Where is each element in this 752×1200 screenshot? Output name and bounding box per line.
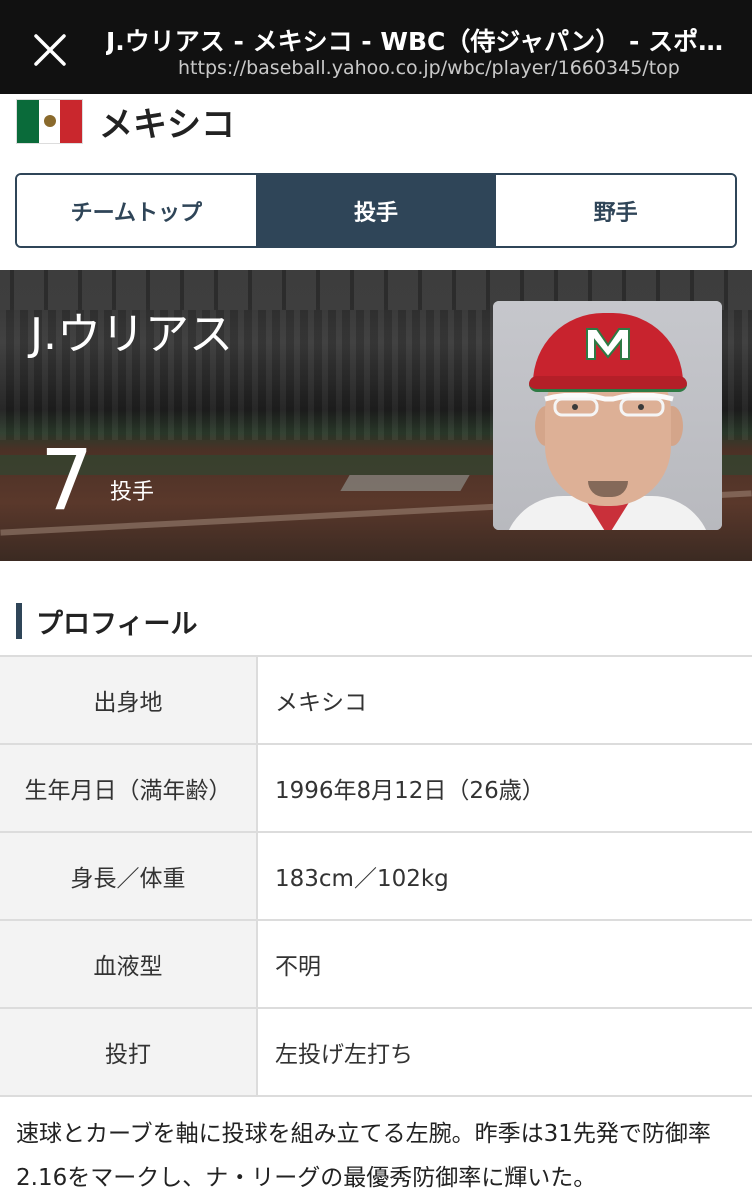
page-title: J.ウリアス - メキシコ - WBC（侍ジャパン） - スポ…	[106, 27, 724, 56]
country-name[interactable]: メキシコ	[99, 97, 235, 146]
player-position: 投手	[110, 480, 155, 505]
profile-value-birthplace: メキシコ	[257, 655, 752, 745]
browser-top-bar: J.ウリアス - メキシコ - WBC（侍ジャパン） - スポ… https:/…	[0, 0, 752, 94]
cap-logo-icon	[586, 328, 630, 360]
tab-team-top[interactable]: チームトップ	[17, 175, 256, 246]
profile-value-height-weight: 183cm／102kg	[257, 831, 752, 921]
player-description: 速球とカーブを軸に投球を組み立てる左腕。昨季は31先発で防御率2.16をマークし…	[16, 1121, 711, 1191]
profile-label-height-weight: 身長／体重	[0, 831, 258, 921]
table-row: 血液型 不明	[0, 919, 752, 1009]
profile-value-blood-type: 不明	[257, 919, 752, 1009]
profile-label-blood-type: 血液型	[0, 919, 258, 1009]
profile-heading: プロフィール	[36, 608, 198, 640]
player-number: 7	[40, 431, 94, 529]
profile-label-throw-bat: 投打	[0, 1007, 258, 1097]
profile-section-title: プロフィール	[16, 603, 198, 640]
tab-fielders[interactable]: 野手	[495, 175, 735, 246]
section-accent-bar	[16, 603, 22, 639]
table-row: 投打 左投げ左打ち	[0, 1007, 752, 1097]
page-url[interactable]: https://baseball.yahoo.co.jp/wbc/player/…	[178, 57, 680, 79]
profile-label-birthplace: 出身地	[0, 655, 258, 745]
profile-value-throw-bat: 左投げ左打ち	[257, 1007, 752, 1097]
close-icon[interactable]	[22, 22, 78, 78]
profile-value-birthdate: 1996年8月12日（26歳）	[257, 743, 752, 833]
player-photo	[493, 301, 722, 530]
home-plate	[340, 475, 470, 491]
profile-label-birthdate: 生年月日（満年齢）	[0, 743, 258, 833]
country-header: メキシコ	[16, 97, 235, 146]
player-name: J.ウリアス	[30, 309, 233, 360]
profile-table: 出身地 メキシコ 生年月日（満年齢） 1996年8月12日（26歳） 身長／体重…	[0, 655, 752, 1097]
mexico-flag-icon	[16, 98, 83, 144]
table-row: 出身地 メキシコ	[0, 655, 752, 745]
team-tabs: チームトップ 投手 野手	[15, 173, 737, 248]
glasses-icon	[544, 393, 674, 417]
table-row: 身長／体重 183cm／102kg	[0, 831, 752, 921]
table-row: 生年月日（満年齢） 1996年8月12日（26歳）	[0, 743, 752, 833]
player-hero: J.ウリアス 7 投手	[0, 270, 752, 561]
tab-pitchers[interactable]: 投手	[255, 175, 496, 246]
